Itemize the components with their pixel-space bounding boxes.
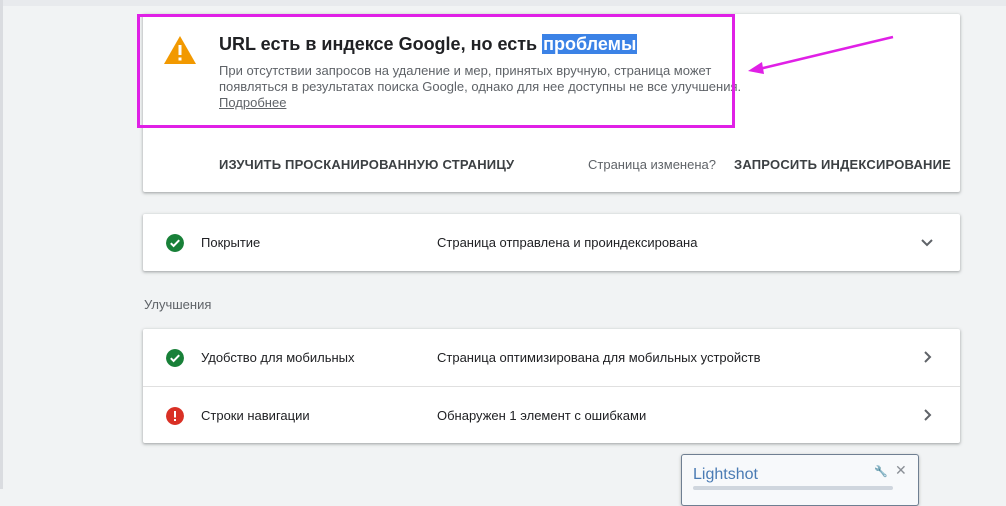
status-actions: ИЗУЧИТЬ ПРОСКАНИРОВАННУЮ СТРАНИЦУ Страни… [143,154,960,174]
page-changed-label: Страница изменена? [588,157,716,172]
index-status-title-main: URL есть в индексе Google, но есть [219,34,538,54]
left-scroll-edge [0,0,3,489]
chevron-right-icon[interactable] [919,407,935,423]
coverage-value: Страница отправлена и проиндексирована [437,235,698,250]
enhancements-section-label: Улучшения [144,297,212,312]
top-edge [0,0,1006,6]
check-circle-icon [166,234,184,252]
coverage-row[interactable]: Покрытие Страница отправлена и проиндекс… [143,214,960,271]
enhancement-row-breadcrumbs[interactable]: Строки навигации Обнаружен 1 элемент с о… [143,387,960,444]
lightshot-title: Lightshot [693,466,758,483]
check-circle-icon [166,349,184,367]
request-indexing-button[interactable]: ЗАПРОСИТЬ ИНДЕКСИРОВАНИЕ [734,157,951,172]
index-status-description-text: При отсутствии запросов на удаление и ме… [219,63,742,94]
learn-more-link[interactable]: Подробнее [219,95,286,110]
error-circle-icon [166,407,184,425]
chevron-down-icon[interactable] [919,234,935,250]
close-icon[interactable]: ✕ [895,462,907,479]
enhancements-card: Удобство для мобильных Страница оптимизи… [143,329,960,443]
lightshot-text-placeholder [693,486,893,490]
inspect-crawled-page-button[interactable]: ИЗУЧИТЬ ПРОСКАНИРОВАННУЮ СТРАНИЦУ [219,157,514,172]
mobile-usability-label: Удобство для мобильных [201,350,355,365]
index-status-description: При отсутствии запросов на удаление и ме… [219,63,744,111]
lightshot-popup: Lightshot 🔧 ✕ [681,454,919,506]
coverage-label: Покрытие [201,235,261,250]
index-status-card: URL есть в индексе Google, но есть пробл… [143,14,960,192]
mobile-usability-value: Страница оптимизирована для мобильных ус… [437,350,761,365]
index-status-title: URL есть в индексе Google, но есть пробл… [219,34,638,55]
coverage-card: Покрытие Страница отправлена и проиндекс… [143,214,960,271]
breadcrumbs-value: Обнаружен 1 элемент с ошибками [437,408,647,423]
breadcrumbs-label: Строки навигации [201,408,310,423]
index-status-title-highlight: проблемы [542,34,638,54]
wrench-icon[interactable]: 🔧 [874,465,888,478]
enhancement-row-mobile-usability[interactable]: Удобство для мобильных Страница оптимизи… [143,329,960,387]
warning-icon [164,36,196,64]
chevron-right-icon[interactable] [919,349,935,365]
